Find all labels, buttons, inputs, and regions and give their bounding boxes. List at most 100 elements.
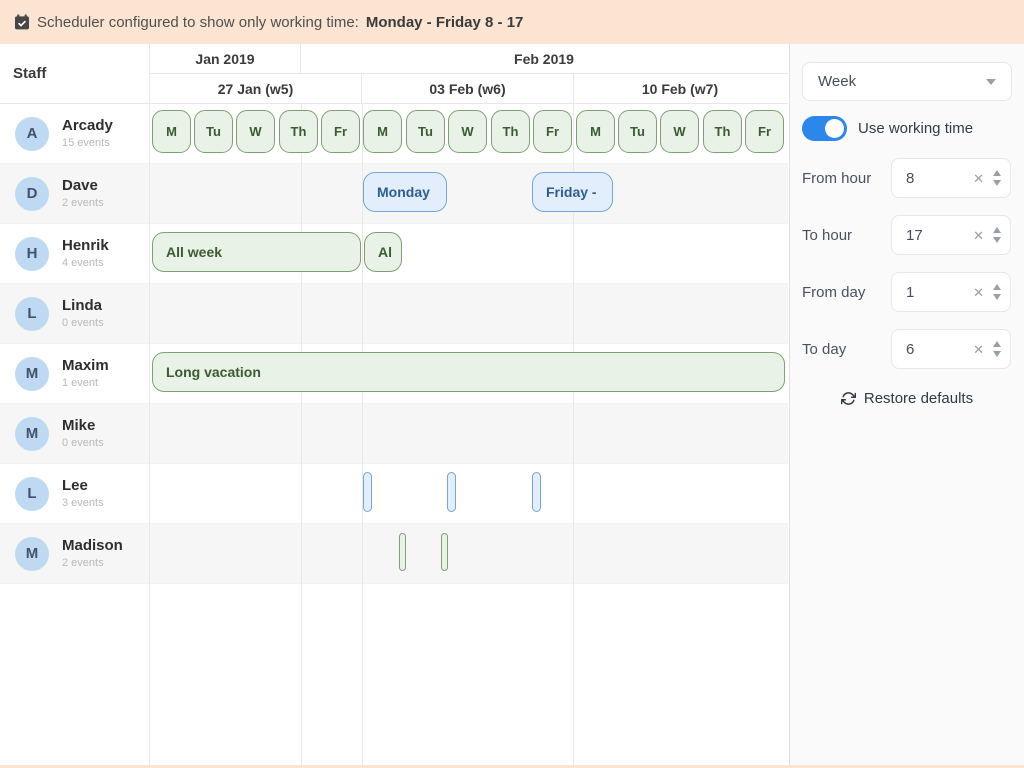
- event-arcady-monday[interactable]: M: [363, 110, 402, 153]
- event-lee-3[interactable]: [532, 472, 541, 512]
- week-header-w7[interactable]: 10 Feb (w7): [574, 74, 786, 103]
- view-preset-select[interactable]: Week: [802, 62, 1012, 101]
- event-arcady-monday[interactable]: M: [576, 110, 615, 153]
- chevron-down-icon: [986, 79, 996, 85]
- staff-info: Arcady 15 events: [62, 118, 113, 149]
- event-henrik-all-week[interactable]: All week: [152, 232, 361, 272]
- banner-bold-text: Monday - Friday 8 - 17: [366, 14, 524, 31]
- event-lee-1[interactable]: [363, 472, 372, 512]
- calendar-check-icon: [14, 14, 30, 30]
- staff-name: Lee: [62, 478, 104, 495]
- event-arcady-wednesday[interactable]: W: [448, 110, 487, 153]
- event-dave-monday[interactable]: Monday: [363, 172, 447, 212]
- banner-text: Scheduler configured to show only workin…: [37, 14, 359, 31]
- event-maxim-long-vacation[interactable]: Long vacation: [152, 352, 785, 392]
- spin-down-icon[interactable]: [993, 237, 1001, 243]
- scheduler-app: Scheduler configured to show only workin…: [0, 0, 1024, 768]
- month-header-row: Jan 2019 Feb 2019: [150, 44, 788, 74]
- restore-defaults-button[interactable]: Restore defaults: [790, 390, 1024, 407]
- spin-down-icon[interactable]: [993, 180, 1001, 186]
- settings-sidebar: Week Use working time From hour ✕ To hou…: [789, 44, 1024, 765]
- clear-icon[interactable]: ✕: [973, 286, 984, 299]
- staff-info: Dave 2 events: [62, 178, 104, 209]
- spin-up-icon[interactable]: [993, 227, 1001, 233]
- event-arcady-thursday[interactable]: Th: [279, 110, 318, 153]
- event-henrik-all-week-2[interactable]: Al: [364, 232, 402, 272]
- event-arcady-tuesday[interactable]: Tu: [406, 110, 445, 153]
- avatar: M: [15, 357, 49, 391]
- spin-down-icon[interactable]: [993, 294, 1001, 300]
- staff-name: Madison: [62, 538, 123, 555]
- event-lee-2[interactable]: [447, 472, 456, 512]
- week-header-w6[interactable]: 03 Feb (w6): [362, 74, 574, 103]
- to-hour-label: To hour: [802, 227, 852, 244]
- toggle-label: Use working time: [858, 120, 973, 137]
- week-header-w5[interactable]: 27 Jan (w5): [150, 74, 362, 103]
- week-header-row: 27 Jan (w5) 03 Feb (w6) 10 Feb (w7): [150, 74, 788, 104]
- staff-row-madison[interactable]: M Madison 2 events: [0, 524, 149, 584]
- staff-info: Maxim 1 event: [62, 358, 109, 389]
- month-header-jan[interactable]: Jan 2019: [150, 44, 301, 73]
- staff-row-maxim[interactable]: M Maxim 1 event: [0, 344, 149, 404]
- staff-event-count: 0 events: [62, 317, 104, 329]
- to-day-input[interactable]: [892, 341, 952, 358]
- spin-down-icon[interactable]: [993, 351, 1001, 357]
- month-header-feb[interactable]: Feb 2019: [301, 44, 787, 73]
- to-hour-input[interactable]: [892, 227, 952, 244]
- event-dave-friday[interactable]: Friday -: [532, 172, 613, 212]
- event-madison-2[interactable]: [441, 533, 448, 571]
- events-layer: M Tu W Th Fr M Tu W Th Fr M Tu W Th Fr M…: [150, 104, 788, 765]
- use-working-time-toggle[interactable]: [802, 116, 847, 141]
- staff-name: Mike: [62, 418, 104, 435]
- staff-event-count: 4 events: [62, 257, 109, 269]
- staff-event-count: 15 events: [62, 137, 113, 149]
- event-madison-1[interactable]: [399, 533, 406, 571]
- spin-up-icon[interactable]: [993, 284, 1001, 290]
- event-arcady-monday[interactable]: M: [152, 110, 191, 153]
- staff-row-henrik[interactable]: H Henrik 4 events: [0, 224, 149, 284]
- staff-row-linda[interactable]: L Linda 0 events: [0, 284, 149, 344]
- avatar: L: [15, 297, 49, 331]
- avatar: A: [15, 117, 49, 151]
- clear-icon[interactable]: ✕: [973, 343, 984, 356]
- avatar: D: [15, 177, 49, 211]
- staff-info: Linda 0 events: [62, 298, 104, 329]
- spinner: [993, 341, 1001, 357]
- from-day-field: ✕: [891, 272, 1011, 312]
- staff-name: Linda: [62, 298, 104, 315]
- staff-info: Henrik 4 events: [62, 238, 109, 269]
- staff-row-arcady[interactable]: A Arcady 15 events: [0, 104, 149, 164]
- refresh-icon: [841, 391, 856, 406]
- spin-up-icon[interactable]: [993, 341, 1001, 347]
- to-hour-row: To hour ✕: [802, 215, 1011, 255]
- staff-name: Dave: [62, 178, 104, 195]
- event-arcady-thursday[interactable]: Th: [491, 110, 530, 153]
- from-day-input[interactable]: [892, 284, 952, 301]
- event-arcady-thursday[interactable]: Th: [703, 110, 742, 153]
- event-arcady-wednesday[interactable]: W: [236, 110, 275, 153]
- from-hour-input[interactable]: [892, 170, 952, 187]
- schedule-grid: M Tu W Th Fr M Tu W Th Fr M Tu W Th Fr M…: [150, 104, 788, 765]
- clear-icon[interactable]: ✕: [973, 229, 984, 242]
- restore-defaults-label: Restore defaults: [864, 390, 973, 407]
- spinner: [993, 227, 1001, 243]
- staff-row-lee[interactable]: L Lee 3 events: [0, 464, 149, 524]
- staff-row-dave[interactable]: D Dave 2 events: [0, 164, 149, 224]
- event-arcady-tuesday[interactable]: Tu: [194, 110, 233, 153]
- to-day-row: To day ✕: [802, 329, 1011, 369]
- view-preset-value: Week: [818, 73, 856, 90]
- from-hour-row: From hour ✕: [802, 158, 1011, 198]
- spin-up-icon[interactable]: [993, 170, 1001, 176]
- event-arcady-friday[interactable]: Fr: [533, 110, 572, 153]
- staff-event-count: 3 events: [62, 497, 104, 509]
- clear-icon[interactable]: ✕: [973, 172, 984, 185]
- info-banner: Scheduler configured to show only workin…: [0, 0, 1024, 44]
- avatar: M: [15, 417, 49, 451]
- avatar: M: [15, 537, 49, 571]
- event-arcady-tuesday[interactable]: Tu: [618, 110, 657, 153]
- from-hour-label: From hour: [802, 170, 871, 187]
- staff-row-mike[interactable]: M Mike 0 events: [0, 404, 149, 464]
- event-arcady-friday[interactable]: Fr: [321, 110, 360, 153]
- event-arcady-friday[interactable]: Fr: [745, 110, 784, 153]
- event-arcady-wednesday[interactable]: W: [660, 110, 699, 153]
